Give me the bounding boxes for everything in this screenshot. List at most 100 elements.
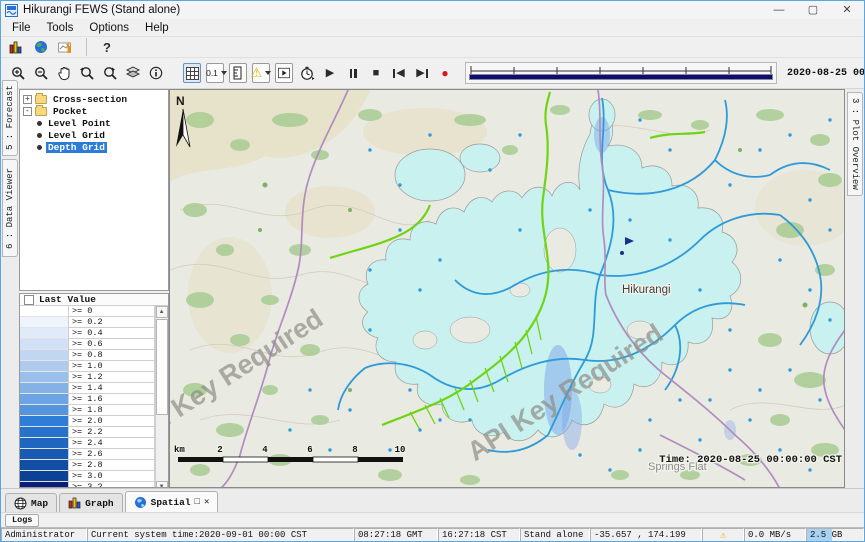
map-canvas[interactable]: API Key Required API Key Required Hikura… (170, 90, 845, 488)
app-window: Hikurangi FEWS (Stand alone) — ▢ ✕ File … (0, 0, 865, 542)
legend-row[interactable]: >= 1.6 (20, 394, 155, 405)
legend-row[interactable]: >= 1.2 (20, 372, 155, 383)
map-display-button[interactable] (32, 37, 50, 57)
menu-file[interactable]: File (5, 21, 38, 35)
legend-row-label: >= 2.2 (68, 427, 155, 438)
legend-row[interactable]: >= 3.0 (20, 471, 155, 482)
legend-row-label: >= 2.6 (68, 449, 155, 460)
zoom-previous-button[interactable] (78, 63, 96, 83)
minimize-button[interactable]: — (762, 1, 796, 19)
scroll-up-icon[interactable]: ▲ (156, 306, 168, 318)
legend-row[interactable]: >= 2.0 (20, 416, 155, 427)
logs-row: Logs (1, 512, 864, 527)
legend-row[interactable]: >= 2.6 (20, 449, 155, 460)
tree-item-level-point[interactable]: Level Point (36, 117, 168, 129)
help-button[interactable]: ? (98, 37, 116, 57)
logs-button[interactable]: Logs (5, 514, 39, 527)
collapse-icon[interactable]: - (23, 107, 32, 116)
warning-dropdown[interactable]: ⚠ (252, 63, 270, 83)
legend-row[interactable]: >= 1.8 (20, 405, 155, 416)
legend-color-swatch (20, 350, 68, 361)
legend-row-label: >= 0.8 (68, 350, 155, 361)
database-viewer-button[interactable] (7, 37, 25, 57)
legend-row[interactable]: >= 2.8 (20, 460, 155, 471)
main-toolbar: ? (1, 37, 864, 58)
legend-class-list: >= 0 >= 0.2 >= 0.4 (20, 306, 155, 488)
pan-button[interactable] (55, 63, 73, 83)
tree-item-cross-section[interactable]: + Cross-section (22, 93, 168, 105)
status-user: Administrator (1, 528, 87, 542)
left-panel: + Cross-section - Pocket Level Point Lev… (19, 89, 169, 488)
tab-spatial[interactable]: Spatial □ ✕ (125, 491, 219, 512)
step-forward-button[interactable]: ▶ (413, 63, 431, 83)
tree-item-pocket[interactable]: - Pocket (22, 105, 168, 117)
time-navigator-button[interactable] (298, 63, 316, 83)
menu-help[interactable]: Help (138, 21, 176, 35)
zoom-out-button[interactable] (32, 63, 50, 83)
pause-button[interactable] (344, 63, 362, 83)
globe-wireframe-icon (14, 497, 27, 510)
legend-row[interactable]: >= 3.2 (20, 482, 155, 488)
legend-row[interactable]: >= 2.2 (20, 427, 155, 438)
legend-color-swatch (20, 328, 68, 339)
legend-row[interactable]: >= 0.4 (20, 328, 155, 339)
scalebar-toggle-button[interactable] (229, 63, 247, 83)
menu-options[interactable]: Options (82, 21, 136, 35)
legend-row[interactable]: >= 0.8 (20, 350, 155, 361)
legend-row[interactable]: >= 2.4 (20, 438, 155, 449)
legend-row[interactable]: >= 0.6 (20, 339, 155, 350)
play-button[interactable]: ▶ (321, 63, 339, 83)
svg-text:10: 10 (394, 445, 405, 455)
expand-icon[interactable]: + (23, 95, 32, 104)
tab-forecast[interactable]: 5 : Forecast (2, 80, 18, 156)
scrollbar-thumb[interactable] (156, 319, 168, 415)
tab-data-viewer[interactable]: 6 : Data Viewer (2, 159, 18, 257)
legend-row[interactable]: >= 1.0 (20, 361, 155, 372)
legend-row[interactable]: >= 0.2 (20, 317, 155, 328)
map-view[interactable]: API Key Required API Key Required Hikura… (169, 89, 845, 488)
timeline-slider[interactable] (465, 62, 777, 84)
tab-graph[interactable]: Graph (59, 493, 123, 512)
layers-button[interactable] (124, 63, 142, 83)
animation-panel-button[interactable] (275, 63, 293, 83)
legend-row-label: >= 0.4 (68, 328, 155, 339)
tab-plot-overview[interactable]: 3 : Plot Overview (847, 92, 863, 196)
menu-tools[interactable]: Tools (40, 21, 81, 35)
threshold-dropdown[interactable]: 0.1 (206, 63, 224, 83)
tab-map[interactable]: Map (5, 493, 57, 512)
legend-row-label: >= 3.0 (68, 471, 155, 482)
record-button[interactable]: ● (436, 63, 454, 83)
bar-chart-icon (68, 497, 81, 509)
tree-item-level-grid[interactable]: Level Grid (36, 129, 168, 141)
legend-scrollbar[interactable]: ▲ ▼ (155, 306, 168, 488)
legend-row[interactable]: >= 0 (20, 306, 155, 317)
status-mode: Stand alone (520, 528, 590, 542)
status-network-rate: 0.0 MB/s (744, 528, 806, 542)
last-value-checkbox[interactable] (24, 295, 34, 305)
title-bar: Hikurangi FEWS (Stand alone) — ▢ ✕ (1, 1, 864, 19)
scrollbar-track[interactable] (156, 318, 168, 481)
legend-row[interactable]: >= 1.4 (20, 383, 155, 394)
spatial-display-button[interactable] (57, 37, 75, 57)
step-back-button[interactable]: ◀ (390, 63, 408, 83)
legend-color-swatch (20, 372, 68, 383)
float-tab-icon[interactable]: □ (195, 497, 200, 507)
grid-toggle-button[interactable] (183, 63, 201, 83)
info-button[interactable] (147, 63, 165, 83)
pause-icon (350, 69, 357, 78)
close-button[interactable]: ✕ (830, 1, 864, 19)
close-tab-icon[interactable]: ✕ (204, 497, 209, 507)
legend-color-swatch (20, 306, 68, 317)
zoom-next-button[interactable] (101, 63, 119, 83)
stop-button[interactable]: ■ (367, 63, 385, 83)
tree-item-depth-grid[interactable]: Depth Grid (36, 141, 168, 153)
app-icon (5, 4, 18, 17)
node-bullet-icon (37, 121, 42, 126)
node-bullet-icon (37, 133, 42, 138)
legend-color-swatch (20, 361, 68, 372)
scroll-down-icon[interactable]: ▼ (156, 481, 168, 488)
svg-text:8: 8 (352, 445, 357, 455)
maximize-button[interactable]: ▢ (796, 1, 830, 19)
chevron-down-icon (221, 71, 227, 75)
legend-color-swatch (20, 394, 68, 405)
